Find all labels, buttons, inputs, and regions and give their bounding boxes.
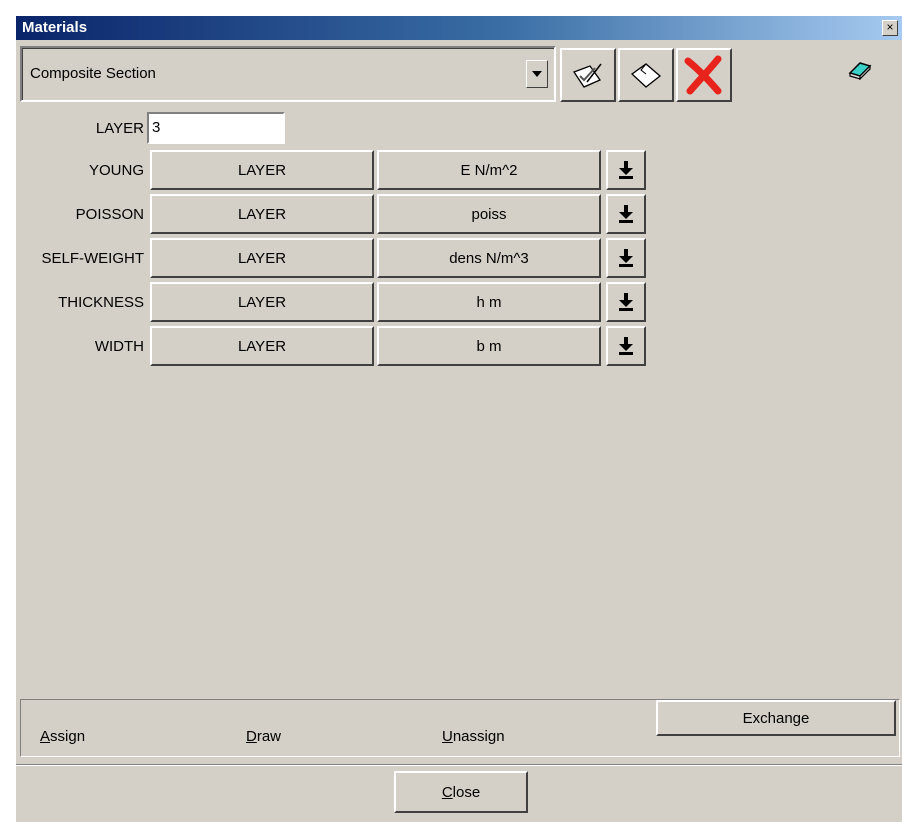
section-select[interactable]: Composite Section [20, 46, 556, 102]
unassign-label: nassign [452, 728, 505, 745]
self-weight-download-button[interactable] [606, 238, 646, 278]
poisson-download-button[interactable] [606, 194, 646, 234]
young-label: YOUNG [88, 162, 144, 179]
self-weight-label: SELF-WEIGHT [41, 250, 144, 267]
new-material-button[interactable] [618, 48, 674, 102]
assign-link[interactable]: Assign [40, 728, 85, 745]
close-window-icon[interactable]: × [882, 20, 898, 36]
width-label: WIDTH [94, 338, 144, 355]
draw-mnemonic: D [246, 728, 257, 745]
download-arrow-icon [619, 249, 633, 267]
download-arrow-icon [619, 337, 633, 355]
poisson-variable-button[interactable]: poiss [377, 194, 601, 234]
edit-material-icon [573, 63, 602, 88]
download-arrow-icon [619, 205, 633, 223]
self-weight-variable-button[interactable]: dens N/m^3 [377, 238, 601, 278]
width-download-button[interactable] [606, 326, 646, 366]
close-mnemonic: C [441, 783, 453, 801]
materials-window: Materials × Composite Section LAYER 3 YO… [16, 16, 902, 822]
young-download-button[interactable] [606, 150, 646, 190]
edit-material-button[interactable] [560, 48, 616, 102]
young-variable-button[interactable]: E N/m^2 [377, 150, 601, 190]
window-title: Materials [22, 19, 88, 36]
footer-separator [16, 764, 902, 766]
poisson-label: POISSON [75, 206, 144, 223]
download-arrow-icon [619, 161, 633, 179]
draw-link[interactable]: Draw [246, 728, 281, 745]
delete-material-icon [684, 55, 722, 95]
self-weight-source-button[interactable]: LAYER [150, 238, 374, 278]
thickness-label: THICKNESS [58, 294, 144, 311]
unassign-link[interactable]: Unassign [442, 728, 505, 745]
assign-mnemonic: A [40, 728, 51, 745]
layer-input[interactable]: 3 [147, 112, 285, 144]
assign-label: ssign [50, 728, 86, 745]
close-button[interactable]: Close [394, 771, 528, 813]
width-source-button[interactable]: LAYER [150, 326, 374, 366]
delete-material-button[interactable] [676, 48, 732, 102]
new-material-icon [630, 63, 662, 88]
title-bar: Materials × [16, 16, 902, 40]
section-select-value: Composite Section [30, 65, 156, 82]
young-source-button[interactable]: LAYER [150, 150, 374, 190]
unassign-mnemonic: U [442, 728, 453, 745]
eraser-icon[interactable] [848, 60, 872, 80]
thickness-variable-button[interactable]: h m [377, 282, 601, 322]
poisson-source-button[interactable]: LAYER [150, 194, 374, 234]
download-arrow-icon [619, 293, 633, 311]
thickness-source-button[interactable]: LAYER [150, 282, 374, 322]
close-label: lose [452, 783, 481, 801]
layer-label: LAYER [95, 120, 144, 137]
draw-label: raw [256, 728, 282, 745]
exchange-button[interactable]: Exchange [656, 700, 896, 736]
width-variable-button[interactable]: b m [377, 326, 601, 366]
thickness-download-button[interactable] [606, 282, 646, 322]
dropdown-arrow-icon[interactable] [526, 60, 548, 88]
